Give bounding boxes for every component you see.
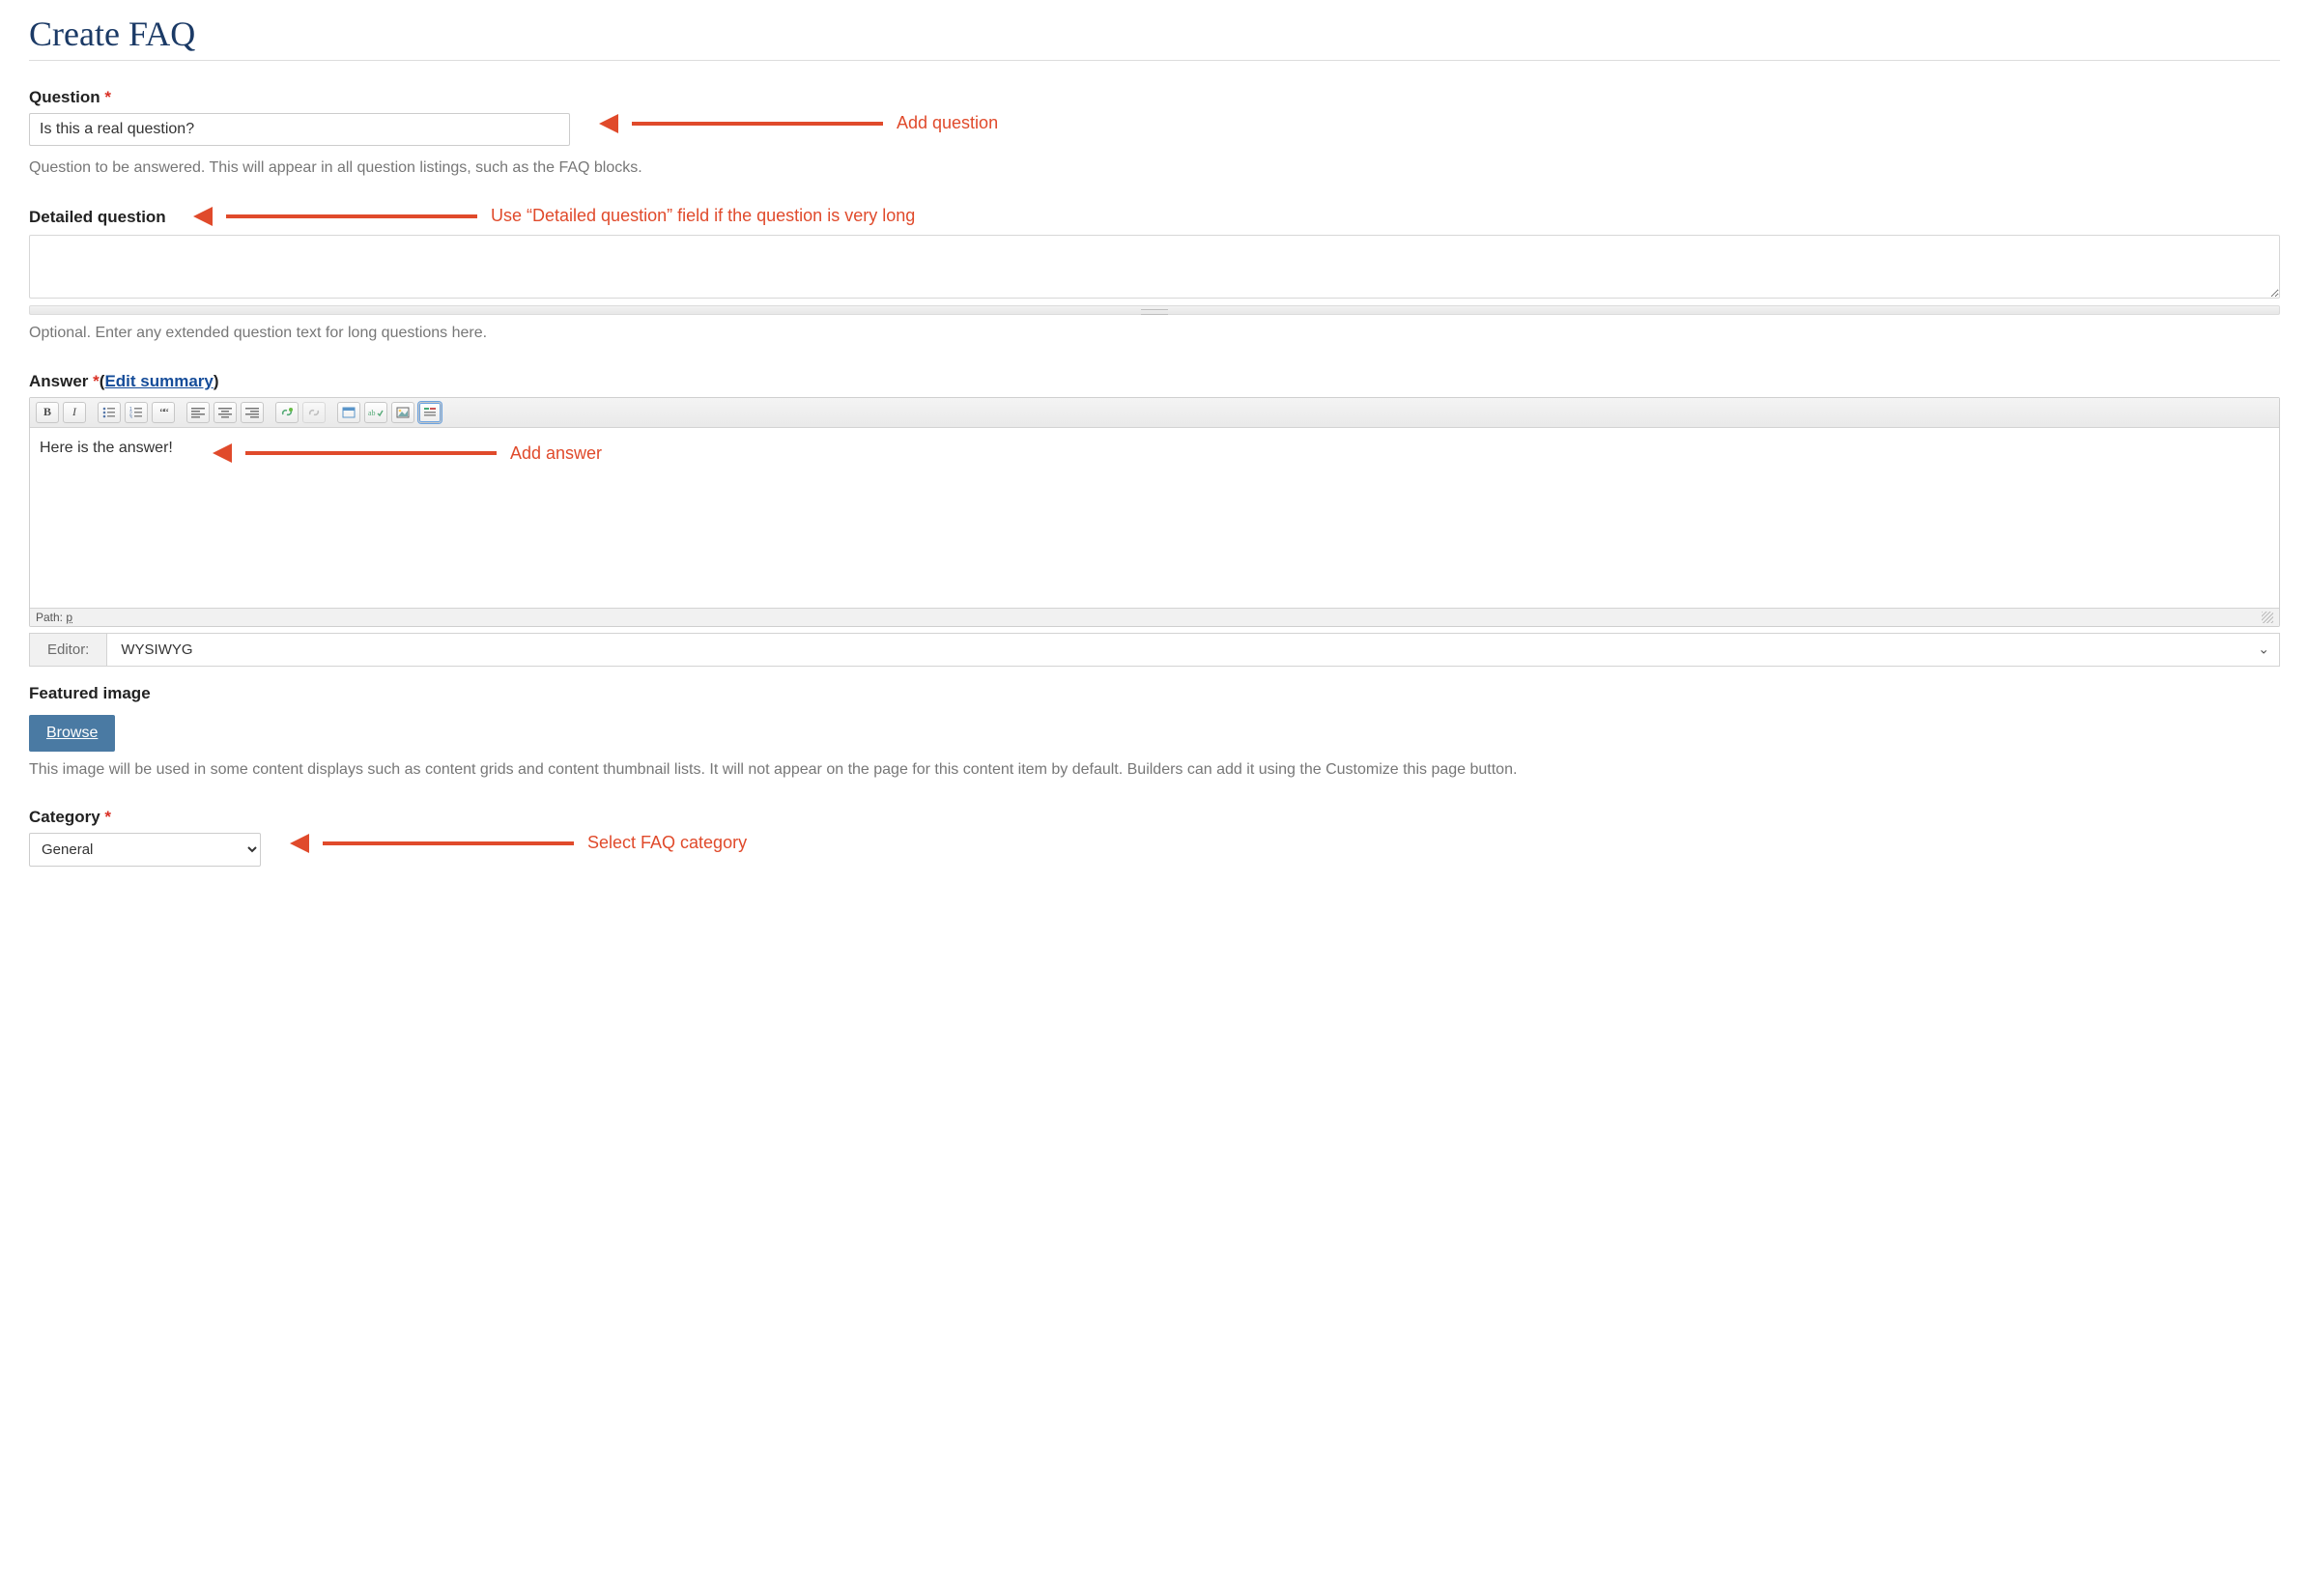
- align-left-button[interactable]: [186, 402, 210, 423]
- question-input[interactable]: [29, 113, 570, 146]
- category-label: Category: [29, 808, 100, 826]
- question-label: Question: [29, 88, 100, 106]
- bullet-list-button[interactable]: [98, 402, 121, 423]
- answer-label: Answer: [29, 372, 88, 390]
- annotation-select-category: Select FAQ category: [290, 833, 747, 853]
- annotation-add-question: Add question: [599, 113, 998, 133]
- editor-format-select[interactable]: Editor: WYSIWYG ⌄: [29, 633, 2280, 667]
- featured-image-help: This image will be used in some content …: [29, 759, 2280, 781]
- editor-resize-handle[interactable]: [2262, 612, 2273, 623]
- editor-format-value: WYSIWYG: [107, 634, 2279, 666]
- wysiwyg-statusbar: Path: p: [30, 608, 2279, 626]
- insert-image-button[interactable]: [391, 402, 414, 423]
- detailed-question-textarea[interactable]: [29, 235, 2280, 299]
- editor-format-label: Editor:: [30, 634, 107, 666]
- annotation-detailed-question: Use “Detailed question” field if the que…: [193, 206, 915, 226]
- page-title: Create FAQ: [29, 14, 2280, 61]
- textarea-resize-handle[interactable]: [29, 305, 2280, 315]
- numbered-list-button[interactable]: 123: [125, 402, 148, 423]
- category-field: Category * General Select FAQ category: [29, 808, 2280, 868]
- detailed-question-field: Detailed question Use “Detailed question…: [29, 206, 2280, 344]
- wysiwyg-toolbar: B I 123 ab: [30, 398, 2279, 428]
- spellcheck-button[interactable]: ab: [364, 402, 387, 423]
- required-asterisk: *: [104, 88, 111, 106]
- edit-summary-link[interactable]: Edit summary: [104, 372, 213, 390]
- answer-wysiwyg: B I 123 ab: [29, 397, 2280, 627]
- required-asterisk: *: [93, 372, 100, 390]
- answer-field: Answer *(Edit summary) B I 123: [29, 372, 2280, 667]
- italic-button[interactable]: I: [63, 402, 86, 423]
- chevron-down-icon: ⌄: [2258, 641, 2269, 658]
- detailed-question-label: Detailed question: [29, 208, 166, 226]
- required-asterisk: *: [104, 808, 111, 826]
- bold-button[interactable]: B: [36, 402, 59, 423]
- svg-text:ab: ab: [368, 409, 376, 417]
- path-label: Path:: [36, 611, 63, 624]
- browse-button[interactable]: Browse: [29, 715, 115, 752]
- unlink-button[interactable]: [302, 402, 326, 423]
- question-field: Question * Add question Question to be a…: [29, 88, 2280, 179]
- align-right-button[interactable]: [241, 402, 264, 423]
- svg-text:3: 3: [129, 415, 132, 418]
- insert-table-button[interactable]: [337, 402, 360, 423]
- answer-editor-body[interactable]: Here is the answer!: [30, 428, 2279, 608]
- toolbar-toggle-button[interactable]: [418, 402, 442, 423]
- link-button[interactable]: [275, 402, 299, 423]
- detailed-question-help: Optional. Enter any extended question te…: [29, 323, 2280, 344]
- blockquote-button[interactable]: [152, 402, 175, 423]
- align-center-button[interactable]: [214, 402, 237, 423]
- category-select[interactable]: General: [29, 833, 261, 867]
- featured-image-label: Featured image: [29, 684, 151, 702]
- featured-image-field: Featured image Browse This image will be…: [29, 684, 2280, 781]
- question-help: Question to be answered. This will appea…: [29, 157, 2280, 179]
- path-element[interactable]: p: [66, 611, 72, 624]
